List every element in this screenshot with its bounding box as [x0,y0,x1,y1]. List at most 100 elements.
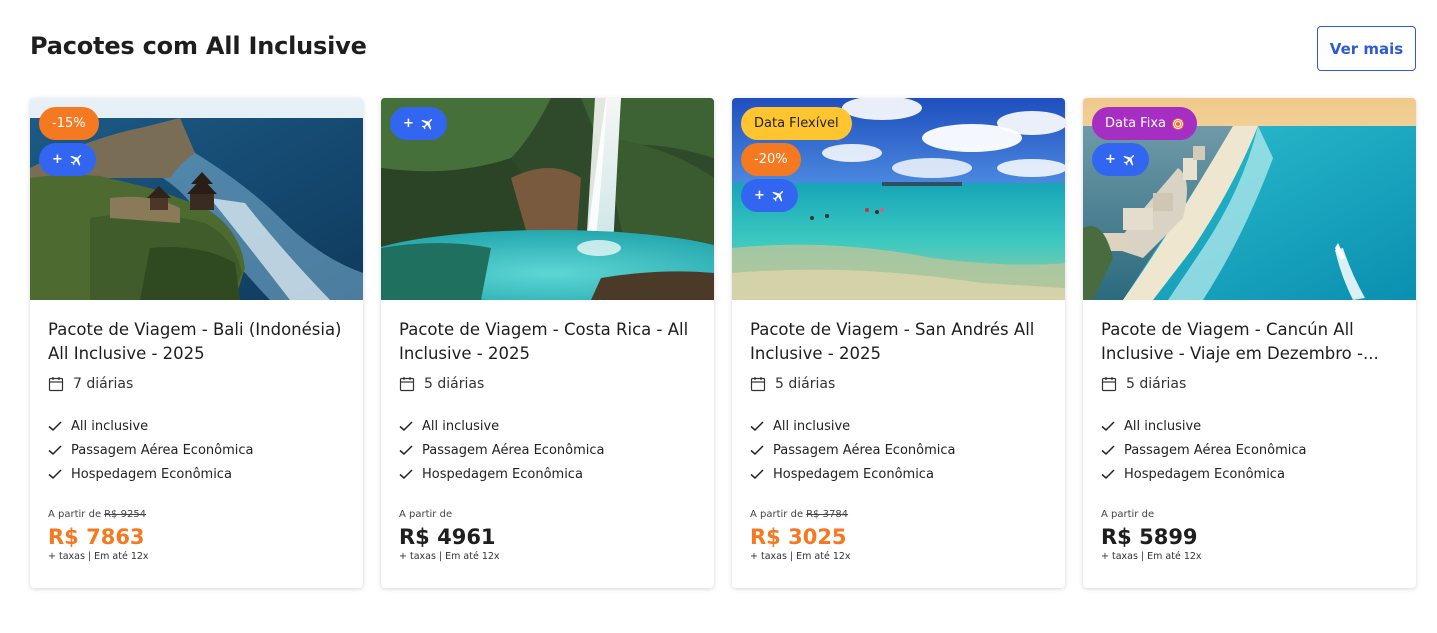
nights-info: 7 diárias [48,372,348,396]
package-card-costa-rica[interactable]: + Pacote de Viagem - Costa Rica - All In… [381,98,714,588]
price-from-line: A partir de R$ 3784 [750,509,1050,523]
feature-label: Passagem Aérea Econômica [773,442,956,458]
calendar-icon [750,377,766,392]
check-icon [399,421,413,432]
price-from-label: A partir de [48,509,102,520]
flight-badge-plus: + [403,116,414,131]
section-header: Pacotes com All Inclusive Ver mais [30,26,1416,71]
feature-item: Passagem Aérea Econômica [48,438,348,462]
feature-item: All inclusive [48,414,348,438]
price-from-label: A partir de [750,509,804,520]
check-icon [1101,445,1115,456]
nights-info: 5 diárias [399,372,699,396]
feature-item: Hospedagem Econômica [1101,462,1401,486]
package-title: Pacote de Viagem - San Andrés All Inclus… [750,320,1035,363]
flight-included-badge: + [741,179,798,212]
check-icon [48,445,62,456]
feature-list: All inclusive Passagem Aérea Econômica H… [48,414,348,486]
price-block: A partir de R$ 4961 + taxas | Em até 12x [399,509,699,565]
feature-label: All inclusive [422,418,500,434]
price-note: + taxas | Em até 12x [48,551,149,562]
feature-list: All inclusive Passagem Aérea Econômica H… [1101,414,1401,486]
calendar-icon [48,377,64,392]
check-icon [1101,421,1115,432]
nights-info: 5 diárias [1101,372,1401,396]
airplane-icon [1123,154,1135,166]
flight-badge-plus: + [52,152,63,167]
price-note: + taxas | Em até 12x [399,551,500,562]
price-from-line: A partir de R$ 9254 [48,509,348,523]
check-icon [48,469,62,480]
current-price: R$ 4961 [399,525,496,549]
check-icon [1101,469,1115,480]
feature-list: All inclusive Passagem Aérea Econômica H… [399,414,699,486]
card-body: Pacote de Viagem - Cancún All Inclusive … [1101,318,1401,486]
calendar-icon [399,377,415,392]
check-icon [750,445,764,456]
feature-label: Passagem Aérea Econômica [71,442,254,458]
flight-included-badge: + [39,143,96,176]
package-card-cancun[interactable]: Data Fixa + Pacote de Viagem - Cancún Al… [1083,98,1416,588]
price-from-line: A partir de [399,509,699,523]
price-from-line: A partir de [1101,509,1401,523]
price-block: A partir de R$ 3784 R$ 3025 + taxas | Em … [750,509,1050,565]
discount-badge: -20% [741,143,801,176]
nights-label: 7 diárias [73,376,134,392]
old-price: R$ 3784 [806,509,849,520]
feature-label: Passagem Aérea Econômica [1124,442,1307,458]
flexible-date-badge: Data Flexível [741,107,852,140]
price-from-label: A partir de [1101,509,1155,520]
card-badges: -15% + [39,107,99,176]
package-title: Pacote de Viagem - Bali (Indonésia) All … [48,320,342,363]
flight-included-badge: + [390,107,447,140]
feature-item: Hospedagem Econômica [750,462,1050,486]
nights-label: 5 diárias [424,376,485,392]
check-icon [750,421,764,432]
package-title: Pacote de Viagem - Costa Rica - All Incl… [399,320,689,363]
calendar-icon [1101,377,1117,392]
current-price: R$ 5899 [1101,525,1198,549]
check-icon [750,469,764,480]
package-card-san-andres[interactable]: Data Flexível -20% + Pacote de Viagem - … [732,98,1065,588]
target-icon [1171,117,1184,130]
fixed-date-label: Data Fixa [1105,116,1166,131]
old-price: R$ 9254 [104,509,147,520]
section-title: Pacotes com All Inclusive [30,32,367,60]
package-card-bali[interactable]: -15% + Pacote de Viagem - Bali (Indonési… [30,98,363,588]
feature-item: Passagem Aérea Econômica [399,438,699,462]
feature-label: All inclusive [773,418,851,434]
feature-label: All inclusive [71,418,149,434]
current-price: R$ 3025 [750,525,847,549]
current-price: R$ 7863 [48,525,145,549]
flight-badge-plus: + [754,188,765,203]
feature-item: Hospedagem Econômica [48,462,348,486]
price-from-label: A partir de [399,509,453,520]
nights-label: 5 diárias [775,376,836,392]
see-more-button[interactable]: Ver mais [1317,26,1416,71]
card-body: Pacote de Viagem - Costa Rica - All Incl… [399,318,699,486]
flight-badge-plus: + [1105,152,1116,167]
package-card-list: -15% + Pacote de Viagem - Bali (Indonési… [30,98,1416,588]
price-block: A partir de R$ 5899 + taxas | Em até 12x [1101,509,1401,565]
feature-item: Passagem Aérea Econômica [750,438,1050,462]
card-badges: Data Flexível -20% + [741,107,852,212]
card-body: Pacote de Viagem - San Andrés All Inclus… [750,318,1050,486]
airplane-icon [70,154,82,166]
feature-label: Hospedagem Econômica [1124,466,1285,482]
feature-label: Hospedagem Econômica [773,466,934,482]
discount-badge: -15% [39,107,99,140]
card-badges: Data Fixa + [1092,107,1197,176]
check-icon [48,421,62,432]
feature-label: Passagem Aérea Econômica [422,442,605,458]
feature-item: Passagem Aérea Econômica [1101,438,1401,462]
nights-info: 5 diárias [750,372,1050,396]
feature-item: All inclusive [399,414,699,438]
price-block: A partir de R$ 9254 R$ 7863 + taxas | Em … [48,509,348,565]
check-icon [399,469,413,480]
feature-item: Hospedagem Econômica [399,462,699,486]
flight-included-badge: + [1092,143,1149,176]
card-badges: + [390,107,447,140]
fixed-date-badge: Data Fixa [1092,107,1197,140]
feature-item: All inclusive [750,414,1050,438]
feature-label: Hospedagem Econômica [422,466,583,482]
